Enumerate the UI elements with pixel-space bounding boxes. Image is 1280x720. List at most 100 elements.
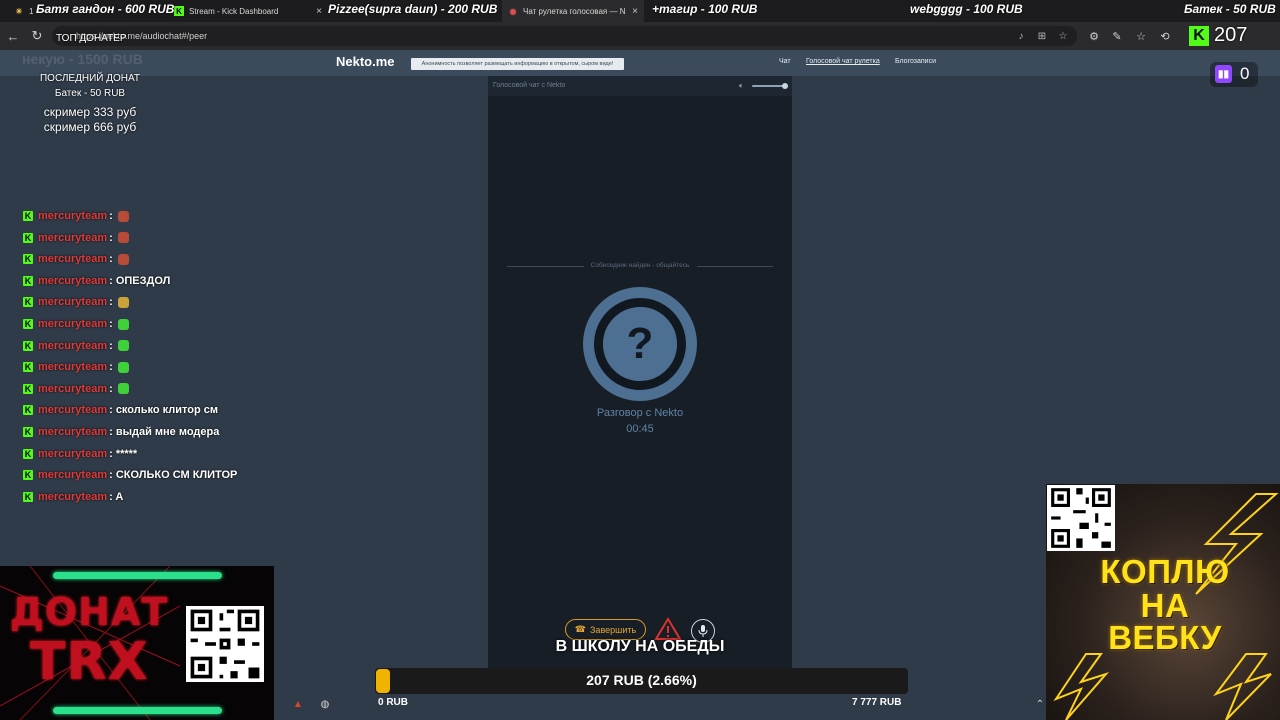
close-tab-icon[interactable]: × <box>316 6 322 17</box>
kick-badge-icon: K <box>23 340 33 351</box>
close-tab-icon[interactable]: × <box>632 6 638 17</box>
chat-username[interactable]: mercuryteam <box>38 491 107 503</box>
volume-icon: 🔈︎ <box>739 81 744 90</box>
donation-alert: Батя гандон - 600 RUB <box>36 2 175 16</box>
taskbar-app-icon[interactable]: ▲ <box>291 697 305 711</box>
chat-username[interactable]: mercuryteam <box>38 210 107 222</box>
last-donation-value: Батек - 50 RUB <box>54 88 126 99</box>
chat-message: Kmercuryteam: <box>23 382 129 396</box>
kick-favicon-icon: K <box>174 6 184 16</box>
goal-current-value: 207 RUB (2.66%) <box>586 672 697 688</box>
webcam-caption-line: НА <box>1140 587 1190 624</box>
webcam-caption-line: ВЕБКУ <box>1108 619 1222 656</box>
chat-message: Kmercuryteam: выдай мне модера <box>23 425 219 439</box>
translate-icon[interactable]: ⊞ <box>1036 30 1048 42</box>
goal-max-label: 7 777 RUB <box>852 697 902 708</box>
kick-viewer-count: 207 <box>1214 24 1248 46</box>
history-icon[interactable]: ⟲ <box>1156 27 1174 45</box>
qr-pattern <box>1051 488 1111 548</box>
chat-text: : <box>109 253 113 266</box>
tab-nekto[interactable]: ◉ Чат рулетка голосовая — N × <box>502 0 644 22</box>
top-donator-title: ТОП ДОНАТЕР <box>56 33 127 44</box>
tab-kick-dashboard[interactable]: K Stream - Kick Dashboard × <box>168 0 326 22</box>
chat-username[interactable]: mercuryteam <box>38 469 107 481</box>
chat-username[interactable]: mercuryteam <box>38 253 107 265</box>
partner-found-text: Собеседник найден - общайтесь <box>590 262 690 269</box>
chat-text: : выдай мне модера <box>109 426 220 438</box>
chat-text: : <box>109 361 113 374</box>
kick-badge-icon: K <box>23 254 33 265</box>
chat-message: Kmercuryteam: <box>23 317 129 331</box>
chat-message: Kmercuryteam: A <box>23 490 123 504</box>
chat-text: : сколько клитор см <box>109 404 219 417</box>
trx-bar-top <box>53 572 222 579</box>
chat-username[interactable]: mercuryteam <box>38 448 107 460</box>
chat-emote-icon <box>117 383 129 395</box>
kick-badge-icon: K <box>23 319 33 329</box>
kick-badge-icon: K <box>23 448 33 459</box>
chat-username[interactable]: mercuryteam <box>38 340 107 352</box>
donation-alert: +тагир - 100 RUB <box>652 2 758 16</box>
kick-badge-icon: K <box>23 211 33 221</box>
end-call-label: Завершить <box>590 624 637 635</box>
donate-label: ДОНАТ <box>10 590 169 634</box>
chat-emote-icon <box>117 210 129 222</box>
kick-badge-icon: K <box>23 297 33 308</box>
volume-slider-handle[interactable] <box>782 83 788 89</box>
chat-emote-icon <box>117 361 129 373</box>
chat-message: Kmercuryteam: ОПЕЗДОЛ <box>23 274 170 288</box>
chat-text: : <box>109 231 113 244</box>
chat-text: : <box>109 318 113 330</box>
chat-message: Kmercuryteam: <box>23 209 129 223</box>
chat-username[interactable]: mercuryteam <box>38 275 107 287</box>
kick-badge-icon: K <box>23 383 33 394</box>
trx-bar-bottom <box>53 707 222 714</box>
chat-message: Kmercuryteam: СКОЛЬКО СМ КЛИТОР <box>23 468 237 482</box>
chat-username[interactable]: mercuryteam <box>38 232 107 244</box>
reload-icon[interactable]: ↻ <box>28 27 46 45</box>
end-call-button[interactable]: ☎ Завершить <box>565 619 646 640</box>
chat-username[interactable]: mercuryteam <box>38 426 107 438</box>
goal-min-label: 0 RUB <box>378 697 409 708</box>
menu-chat-link[interactable]: Чат <box>779 58 791 65</box>
donation-alert: webgggg - 100 RUB <box>910 2 1023 16</box>
chat-username[interactable]: mercuryteam <box>38 361 107 373</box>
menu-voice-chat-link[interactable]: Голосовой чат рулетка <box>806 58 880 65</box>
twitch-logo-icon: ▮▮ <box>1215 65 1232 83</box>
microphone-icon[interactable]: ♪ <box>1015 30 1027 42</box>
chat-text: : СКОЛЬКО СМ КЛИТОР <box>109 469 238 482</box>
kick-logo-icon: K <box>1189 26 1209 46</box>
chat-text: : <box>109 339 113 352</box>
chat-text: : <box>109 382 113 395</box>
chat-emote-icon <box>117 232 129 244</box>
microphone-icon <box>698 625 708 637</box>
kick-badge-icon: K <box>23 491 33 502</box>
bookmarks-icon[interactable]: ☆ <box>1132 27 1150 45</box>
chat-emote-icon <box>117 340 129 352</box>
trx-qr-code <box>186 606 264 682</box>
chat-username[interactable]: mercuryteam <box>38 383 107 395</box>
top-donator-value: некую - 1500 RUB <box>22 51 143 67</box>
chat-message: Kmercuryteam: сколько клитор см <box>23 403 218 417</box>
extensions-icon[interactable]: ⚙ <box>1085 27 1103 45</box>
chat-text: : <box>109 296 113 309</box>
chat-username[interactable]: mercuryteam <box>38 296 107 308</box>
back-arrow-icon[interactable]: ← <box>4 27 22 45</box>
chat-username[interactable]: mercuryteam <box>38 404 107 416</box>
taskbar-chevron-up-icon[interactable]: ⌃ <box>1033 697 1047 711</box>
menu-blog-link[interactable]: Блогозаписи <box>895 58 936 65</box>
webcam-qr-code <box>1047 485 1115 551</box>
talk-label: Разговор с Nekto <box>596 407 684 419</box>
chat-message: Kmercuryteam: <box>23 252 129 266</box>
extension-icon[interactable]: ✎ <box>1108 27 1126 45</box>
chat-username[interactable]: mercuryteam <box>38 318 107 330</box>
screamer-price: скример 333 руб <box>43 105 137 119</box>
chat-text: : A <box>109 490 124 503</box>
chat-emote-icon <box>117 296 129 308</box>
call-panel-title: Голосовой чат с Nekto <box>493 82 566 89</box>
twitch-viewer-count: 0 <box>1240 64 1250 83</box>
last-donation-title: ПОСЛЕДНИЙ ДОНАТ <box>39 73 140 84</box>
star-icon[interactable]: ☆ <box>1057 30 1069 42</box>
site-logo[interactable]: Nekto.me <box>336 54 395 69</box>
taskbar-app-icon[interactable]: ◍ <box>318 697 332 711</box>
